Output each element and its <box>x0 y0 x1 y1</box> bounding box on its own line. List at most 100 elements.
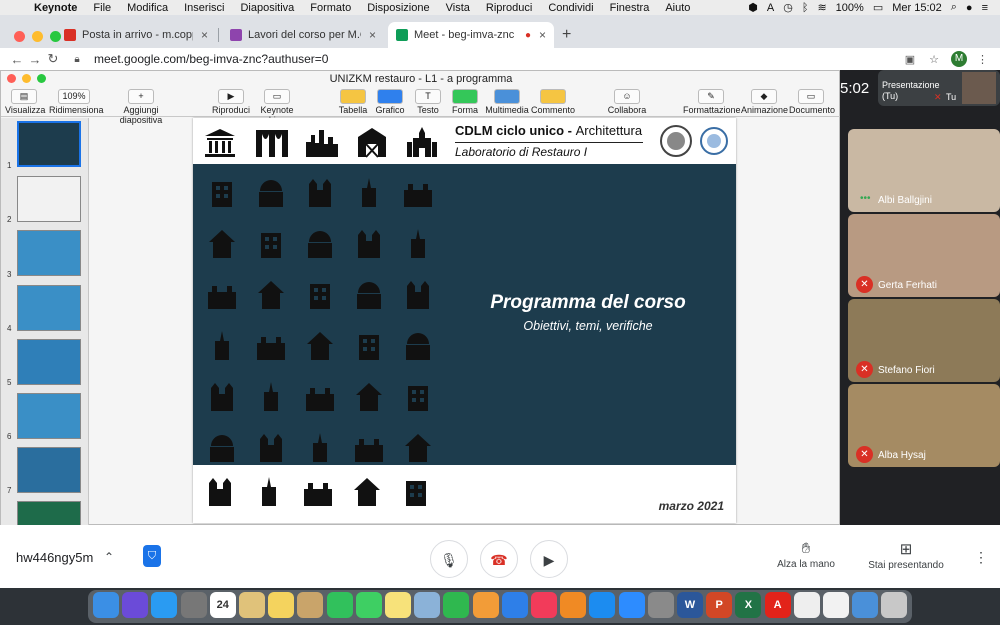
calendar-icon[interactable]: 24 <box>209 592 236 618</box>
browser-menu-icon[interactable]: ⋮ <box>977 53 988 66</box>
zoom-select[interactable]: 109% Ridimensiona <box>49 87 104 115</box>
lock-icon[interactable]: 🔒︎ <box>68 54 86 65</box>
keynote-minimize-button[interactable] <box>22 74 31 83</box>
visualizza-button[interactable]: ▤ Visualizza <box>5 87 45 115</box>
spotlight-icon[interactable]: ⌕ <box>951 1 957 14</box>
presenting-button[interactable]: ⊞ Stai presentando <box>866 540 946 571</box>
meeting-code[interactable]: hw446ngy5m <box>16 550 93 565</box>
participant-tile-3[interactable]: ✕ Stefano Fiori <box>848 299 1000 382</box>
menu-item-condividi[interactable]: Condividi <box>540 2 601 14</box>
tab-meet[interactable]: Meet - beg-imva-znc ● × <box>388 22 554 48</box>
media-button[interactable]: Multimedia <box>485 87 529 115</box>
camera-permission-icon[interactable]: ▣ <box>905 53 915 66</box>
slide-thumbnail-6[interactable] <box>17 393 81 439</box>
chrome-icon[interactable] <box>823 592 849 618</box>
slide-thumbnail-7[interactable] <box>17 447 81 493</box>
new-tab-button[interactable]: + <box>562 26 571 44</box>
shield-icon[interactable]: ⛉ <box>143 545 161 567</box>
presenter-tile[interactable]: Presentazione (Tu) ✕ Tu <box>878 70 1000 106</box>
close-window-button[interactable] <box>14 31 25 42</box>
more-options-icon[interactable]: ⋮ <box>974 549 988 566</box>
end-call-button[interactable]: ☎ <box>480 540 518 578</box>
wifi-icon[interactable]: ≋ <box>817 1 826 14</box>
zoom-icon[interactable] <box>618 592 645 618</box>
books-icon[interactable] <box>560 592 587 618</box>
keynote-zoom-button[interactable] <box>37 74 46 83</box>
time-machine-icon[interactable]: ◷ <box>783 1 793 14</box>
downloads-icon[interactable] <box>852 592 879 618</box>
menu-item-diapositiva[interactable]: Diapositiva <box>232 2 302 14</box>
tab-gmail[interactable]: Posta in arrivo - m.coppola@p × <box>56 22 216 48</box>
battery-level[interactable]: 100% <box>836 2 864 14</box>
keynote-icon[interactable] <box>501 592 528 618</box>
launchpad-icon[interactable] <box>180 592 207 618</box>
participant-tile-2[interactable]: ✕ Gerta Ferhati <box>848 214 1000 297</box>
format-button[interactable]: ✎ Formattazione <box>683 87 741 115</box>
menu-item-formato[interactable]: Formato <box>302 2 359 14</box>
menu-item-riproduci[interactable]: Riproduci <box>478 2 540 14</box>
forward-icon[interactable]: → <box>26 52 44 67</box>
word-icon[interactable]: W <box>677 592 703 618</box>
chart-button[interactable]: Grafico <box>373 87 407 115</box>
slide-thumbnail-1[interactable] <box>17 121 81 167</box>
raise-hand-button[interactable]: ✋︎ Alza la mano <box>770 540 842 570</box>
menu-item-modifica[interactable]: Modifica <box>119 2 176 14</box>
url-field[interactable]: meet.google.com/beg-imva-znc?authuser=0 <box>94 52 328 66</box>
table-button[interactable]: Tabella <box>337 87 369 115</box>
slide-thumbnail-4[interactable] <box>17 285 81 331</box>
mic-button[interactable]: 🎙︎ <box>430 540 468 578</box>
photos-icon[interactable] <box>472 592 499 618</box>
menu-item-vista[interactable]: Vista <box>438 2 478 14</box>
back-icon[interactable]: ← <box>8 52 26 67</box>
text-button[interactable]: T Testo <box>413 87 443 115</box>
slide-thumbnail-5[interactable] <box>17 339 81 385</box>
dropbox-icon[interactable]: ⬢ <box>748 1 758 14</box>
trash-icon[interactable] <box>881 592 908 618</box>
siri-icon[interactable]: ● <box>966 2 973 14</box>
finder-icon[interactable] <box>93 592 119 618</box>
textedit-icon[interactable] <box>793 592 820 618</box>
add-slide-button[interactable]: + Aggiungi diapositiva <box>103 87 179 125</box>
participant-tile-1[interactable]: ••• Albi Ballgjini <box>848 129 1000 212</box>
safari-icon[interactable] <box>151 592 178 618</box>
play-button[interactable]: ▶ Riproduci <box>211 87 251 115</box>
contacts-icon[interactable] <box>297 592 324 618</box>
menu-item-inserisci[interactable]: Inserisci <box>176 2 232 14</box>
bluetooth-icon[interactable]: ᛒ <box>802 2 809 14</box>
menubar-clock[interactable]: Mer 15:02 <box>892 2 942 14</box>
excel-icon[interactable]: X <box>735 592 762 618</box>
close-tab-icon[interactable]: × <box>369 28 376 42</box>
comment-button[interactable]: Commento <box>531 87 575 115</box>
minimize-window-button[interactable] <box>32 31 43 42</box>
adobe-icon[interactable]: A <box>767 2 774 14</box>
participant-tile-4[interactable]: ✕ Alba Hysaj <box>848 384 1000 467</box>
menu-item-aiuto[interactable]: Aiuto <box>657 2 698 14</box>
profile-avatar[interactable]: M <box>951 51 967 67</box>
close-tab-icon[interactable]: × <box>201 28 208 42</box>
app-store-icon[interactable] <box>589 592 616 618</box>
collaborate-button[interactable]: ☺ Collabora <box>607 87 647 115</box>
animate-button[interactable]: ◆ Animazione <box>741 87 788 115</box>
shape-button[interactable]: Forma <box>449 87 481 115</box>
system-preferences-icon[interactable] <box>647 592 674 618</box>
slide-thumbnail-8[interactable] <box>17 501 81 526</box>
document-button[interactable]: ▭ Documento <box>789 87 835 115</box>
menu-item-finestra[interactable]: Finestra <box>602 2 658 14</box>
music-icon[interactable] <box>531 592 557 618</box>
menu-item-disposizione[interactable]: Disposizione <box>359 2 437 14</box>
acrobat-icon[interactable]: A <box>764 592 791 618</box>
slide-thumbnail-3[interactable] <box>17 230 81 276</box>
camera-button[interactable]: ▶ <box>530 540 568 578</box>
slide-thumbnail-2[interactable] <box>17 176 81 222</box>
menu-app-name[interactable]: Keynote <box>26 2 85 14</box>
messages-icon[interactable] <box>355 592 382 618</box>
photos-preview-icon[interactable] <box>239 592 265 618</box>
bookmark-star-icon[interactable]: ☆ <box>929 53 939 66</box>
keynote-close-button[interactable] <box>7 74 16 83</box>
powerpoint-icon[interactable]: P <box>706 592 733 618</box>
slide-canvas[interactable]: CDLM ciclo unico - Architettura Laborato… <box>193 118 736 523</box>
menu-item-file[interactable]: File <box>85 2 119 14</box>
facetime-icon[interactable] <box>326 592 353 618</box>
chevron-up-icon[interactable]: ⌃ <box>104 550 114 564</box>
close-tab-icon[interactable]: × <box>539 28 546 42</box>
